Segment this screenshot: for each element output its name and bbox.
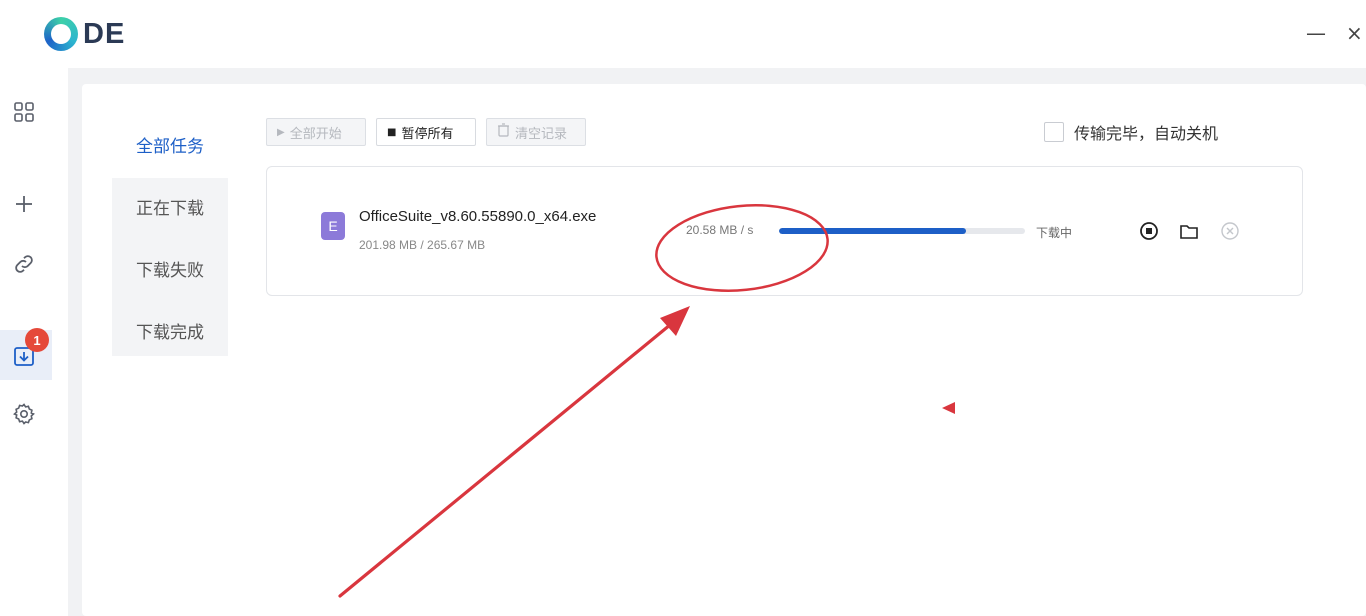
task-row[interactable]: E OfficeSuite_v8.60.55890.0_x64.exe 201.… — [266, 166, 1303, 296]
cancel-circle-icon[interactable] — [1218, 219, 1242, 243]
close-window-button[interactable]: × — [1346, 22, 1363, 44]
gear-icon[interactable] — [10, 400, 38, 428]
toolbar: ▶ 全部开始 ■ 暂停所有 清空记录 — [266, 118, 586, 148]
progress-bar-fill — [779, 228, 966, 234]
category-nav: 全部任务 正在下载 下载失败 下载完成 — [112, 116, 228, 364]
minimize-button[interactable]: — — [1306, 22, 1326, 44]
download-count-badge: 1 — [25, 328, 49, 352]
stop-circle-icon[interactable] — [1137, 219, 1161, 243]
download-speed: 20.58 MB / s — [686, 223, 754, 237]
title-bar: DE — × — [0, 0, 1366, 68]
downloads-panel: 全部任务 正在下载 下载失败 下载完成 ▶ 全部开始 ■ 暂停所有 清空记录 传… — [82, 84, 1366, 616]
clear-records-label: 清空记录 — [515, 126, 568, 142]
pause-all-button[interactable]: ■ 暂停所有 — [376, 118, 476, 146]
tab-all-tasks[interactable]: 全部任务 — [112, 116, 228, 178]
link-icon[interactable] — [10, 250, 38, 278]
plus-icon[interactable] — [10, 190, 38, 218]
main-content: 全部任务 正在下载 下载失败 下载完成 ▶ 全部开始 ■ 暂停所有 清空记录 传… — [68, 68, 1366, 616]
clear-records-button[interactable]: 清空记录 — [486, 118, 586, 146]
left-rail: 1 — [0, 68, 68, 616]
progress-bar — [779, 228, 1025, 234]
file-type-icon: E — [321, 212, 345, 240]
auto-shutdown-label: 传输完毕，自动关机 — [1074, 124, 1219, 143]
play-icon: ▶ — [277, 126, 285, 138]
start-all-button[interactable]: ▶ 全部开始 — [266, 118, 366, 146]
tab-failed[interactable]: 下载失败 — [112, 240, 228, 302]
trash-icon — [497, 123, 510, 141]
auto-shutdown-option[interactable]: 传输完毕，自动关机 — [1044, 120, 1218, 144]
app-window: DE — × 1 全部任务 正在下载 下载失败 下载完成 ▶ 全部开始 ■ 暂停… — [0, 0, 1366, 616]
folder-icon[interactable] — [1177, 219, 1201, 243]
stop-square-icon: ■ — [387, 126, 397, 138]
tab-completed[interactable]: 下载完成 — [112, 302, 228, 364]
logo-text: DE — [83, 18, 126, 50]
auto-shutdown-checkbox[interactable] — [1044, 122, 1064, 142]
file-size-progress: 201.98 MB / 265.67 MB — [359, 238, 486, 252]
file-name: OfficeSuite_v8.60.55890.0_x64.exe — [359, 208, 597, 225]
app-logo: DE — [44, 17, 134, 51]
pause-all-label: 暂停所有 — [401, 126, 454, 142]
download-status: 下载中 — [1036, 226, 1073, 240]
grid-icon[interactable] — [10, 98, 38, 126]
start-all-label: 全部开始 — [289, 126, 342, 142]
logo-ring-icon — [44, 17, 78, 51]
tab-downloading[interactable]: 正在下载 — [112, 178, 228, 240]
